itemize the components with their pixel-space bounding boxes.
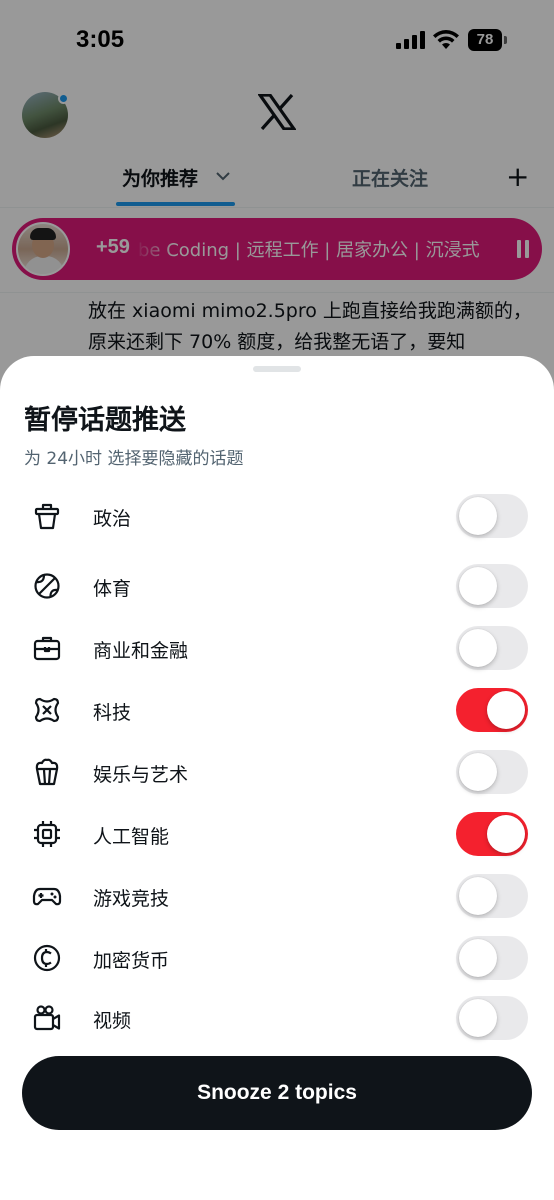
toggle-business[interactable] <box>456 626 528 670</box>
topic-row-gaming[interactable]: 游戏竞技 <box>0 868 554 924</box>
topic-row-business[interactable]: 商业和金融 <box>0 620 554 676</box>
topic-label: 视频 <box>93 1010 132 1032</box>
topic-label: 游戏竞技 <box>93 888 170 910</box>
briefcase-icon <box>33 636 61 661</box>
topic-label: 人工智能 <box>93 826 170 848</box>
chip-icon <box>34 821 60 847</box>
toggle-ai[interactable] <box>456 812 528 856</box>
topic-row-tech[interactable]: 科技 <box>0 682 554 738</box>
ball-icon <box>34 573 60 599</box>
topic-label: 娱乐与艺术 <box>93 764 189 786</box>
toggle-entertainment[interactable] <box>456 750 528 794</box>
toggle-sports[interactable] <box>456 564 528 608</box>
popcorn-icon <box>35 758 59 786</box>
toggle-tech[interactable] <box>456 688 528 732</box>
gamepad-icon <box>32 887 62 906</box>
topic-label: 科技 <box>93 702 132 724</box>
topic-row-ai[interactable]: 人工智能 <box>0 806 554 862</box>
toggle-crypto[interactable] <box>456 936 528 980</box>
tech-icon <box>34 697 60 723</box>
snooze-topics-sheet: 暂停话题推送 为 24小时 选择要隐藏的话题 政治 体育 商业和金融 科技 娱乐… <box>0 356 554 1200</box>
sheet-subtitle: 为 24小时 选择要隐藏的话题 <box>24 449 244 469</box>
sheet-grabber[interactable] <box>253 366 301 372</box>
toggle-video[interactable] <box>456 996 528 1040</box>
topic-label: 体育 <box>93 578 132 600</box>
topic-row-entertainment[interactable]: 娱乐与艺术 <box>0 744 554 800</box>
topic-row-video[interactable]: 视频 <box>0 990 554 1046</box>
topic-label: 加密货币 <box>93 950 170 972</box>
topic-row-sports[interactable]: 体育 <box>0 558 554 614</box>
crypto-coin-icon <box>33 944 61 972</box>
snooze-topics-button[interactable]: Snooze 2 topics <box>22 1056 532 1130</box>
topic-row-crypto[interactable]: 加密货币 <box>0 930 554 986</box>
toggle-gaming[interactable] <box>456 874 528 918</box>
toggle-politics[interactable] <box>456 494 528 538</box>
sheet-title: 暂停话题推送 <box>24 405 186 436</box>
topic-label: 商业和金融 <box>93 640 189 662</box>
podium-icon <box>34 503 60 530</box>
topic-label: 政治 <box>93 508 132 530</box>
topic-row-politics[interactable]: 政治 <box>0 488 554 544</box>
video-camera-icon <box>33 1005 61 1031</box>
